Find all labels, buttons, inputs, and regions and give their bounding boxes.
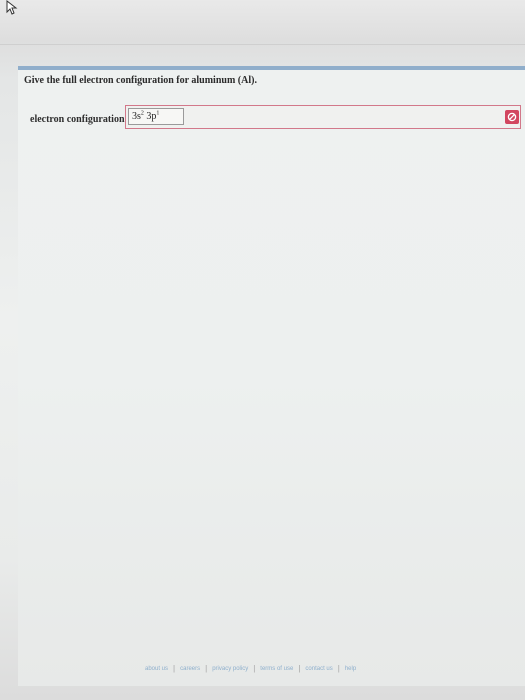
answer-field: 3s2 3p1 xyxy=(125,105,521,129)
electron-configuration-input[interactable]: 3s2 3p1 xyxy=(128,108,184,125)
error-icon[interactable] xyxy=(505,110,519,124)
footer-link-about-us[interactable]: about us xyxy=(145,666,168,672)
answer-row: electron configuration: xyxy=(30,108,132,130)
top-divider xyxy=(0,44,525,45)
footer-separator: | xyxy=(253,664,256,673)
footer-separator: | xyxy=(298,664,301,673)
config-term-2: 3p1 xyxy=(146,110,160,122)
question-panel: Give the full electron configuration for… xyxy=(18,66,525,686)
footer-separator: | xyxy=(337,664,340,673)
footer-separator: | xyxy=(173,664,176,673)
footer-link-terms-of-use[interactable]: terms of use xyxy=(260,666,293,672)
config-term-1: 3s2 xyxy=(132,110,144,122)
footer-link-privacy-policy[interactable]: privacy policy xyxy=(212,666,248,672)
footer-links: about us | careers | privacy policy | te… xyxy=(145,664,356,673)
panel-accent-bar xyxy=(18,66,525,70)
question-text: Give the full electron configuration for… xyxy=(24,75,257,86)
footer-link-contact-us[interactable]: contact us xyxy=(305,666,332,672)
footer-link-careers[interactable]: careers xyxy=(180,666,200,672)
answer-label: electron configuration: xyxy=(30,113,128,125)
footer-link-help[interactable]: help xyxy=(345,666,356,672)
mouse-cursor-icon xyxy=(6,0,18,15)
footer-separator: | xyxy=(205,664,208,673)
